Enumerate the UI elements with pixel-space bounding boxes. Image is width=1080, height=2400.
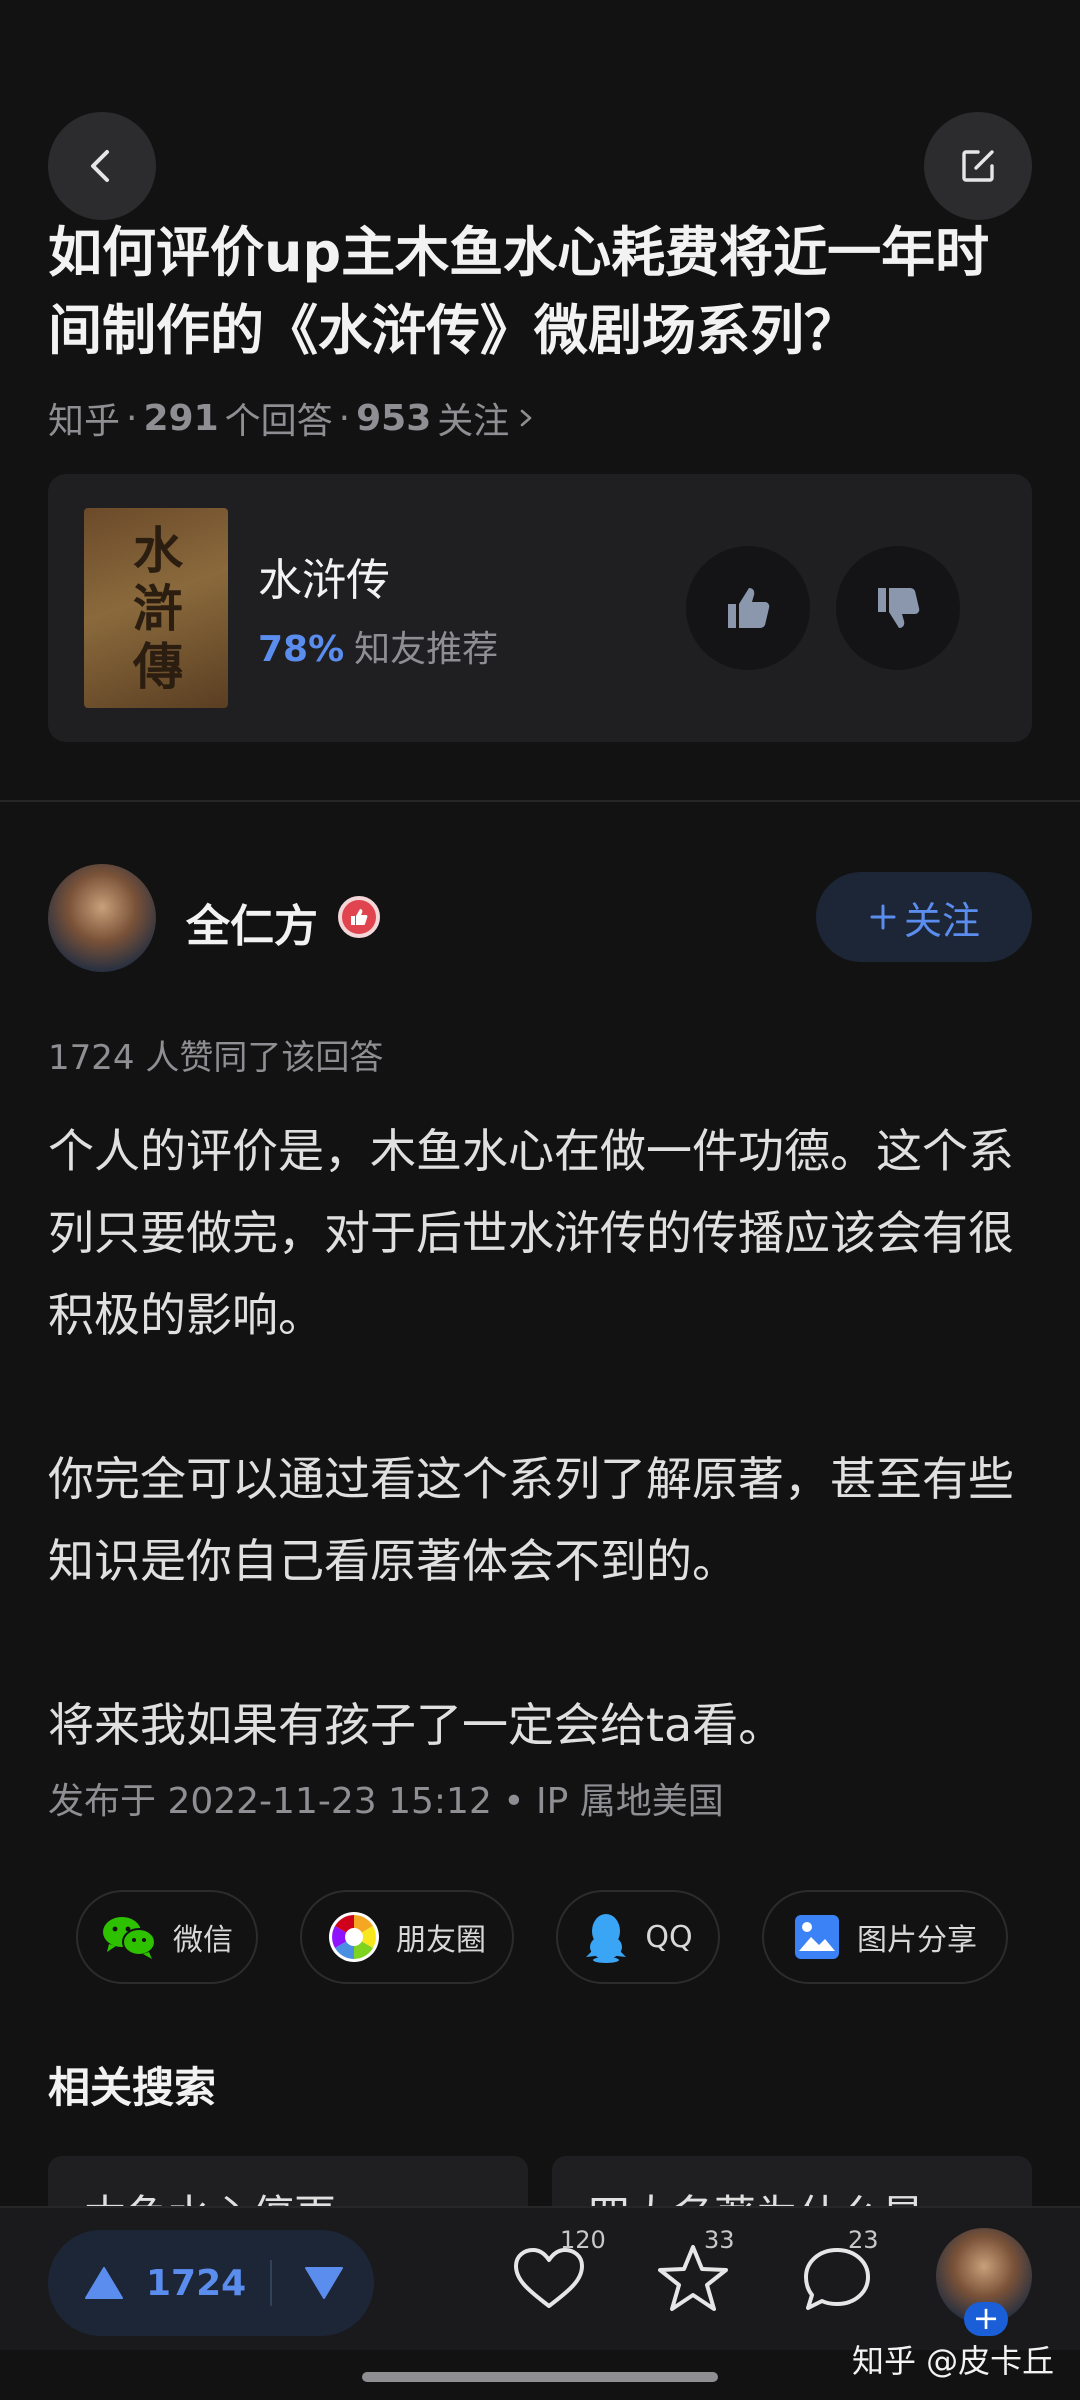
watermark: 知乎 @皮卡丘 bbox=[852, 2342, 1055, 2380]
share-wechat-button[interactable]: 微信 bbox=[76, 1890, 258, 1984]
comment-icon bbox=[804, 2248, 870, 2310]
favorite-count: 33 bbox=[704, 2226, 735, 2254]
upvote-count: 1724 bbox=[146, 2262, 247, 2304]
moments-icon bbox=[329, 1912, 379, 1962]
recommend-percent: 78% bbox=[258, 629, 345, 670]
author-name[interactable]: 全仁方 bbox=[186, 890, 318, 954]
book-rating-card[interactable]: 水滸傳 水浒传 78% 知友推荐 bbox=[48, 474, 1032, 742]
image-share-icon bbox=[795, 1915, 839, 1959]
author-badge-icon bbox=[338, 896, 380, 938]
followers-count: 953 bbox=[356, 397, 432, 439]
plus-icon bbox=[870, 904, 896, 930]
gesture-nav-handle[interactable] bbox=[362, 2372, 718, 2382]
triangle-down-icon bbox=[305, 2267, 343, 2299]
answer-paragraph: 你完全可以通过看这个系列了解原著，甚至有些知识是你自己看原著体会不到的。 bbox=[48, 1452, 1014, 1588]
book-cover-title: 水滸傳 bbox=[133, 521, 183, 696]
author-avatar[interactable] bbox=[48, 864, 156, 972]
edit-icon bbox=[962, 150, 994, 182]
divider bbox=[0, 800, 1080, 802]
answer-content: 个人的评价是，木鱼水心在做一件功德。这个系列只要做完，对于后世水浒传的传播应该会… bbox=[48, 1110, 1038, 1766]
answer-paragraph: 将来我如果有孩子了一定会给ta看。 bbox=[48, 1698, 785, 1752]
qq-icon bbox=[586, 1914, 627, 1963]
edit-button[interactable] bbox=[924, 112, 1032, 220]
follow-plus-icon[interactable]: + bbox=[964, 2302, 1008, 2336]
chevron-left-icon bbox=[91, 150, 109, 182]
question-title[interactable]: 如何评价up主木鱼水心耗费将近一年时间制作的《水浒传》微剧场系列？ bbox=[48, 214, 1038, 370]
publish-info: 发布于 2022-11-23 15:12 • IP 属地美国 bbox=[48, 1781, 724, 1822]
share-qq-label: QQ bbox=[645, 1919, 693, 1955]
vote-divider bbox=[270, 2260, 272, 2306]
share-image-button[interactable]: 图片分享 bbox=[762, 1890, 1008, 1984]
book-title[interactable]: 水浒传 bbox=[258, 544, 390, 608]
favorite-button[interactable]: 33 bbox=[648, 2226, 738, 2324]
like-button[interactable]: 120 bbox=[504, 2226, 606, 2324]
share-moments-button[interactable]: 朋友圈 bbox=[300, 1890, 514, 1984]
book-cover[interactable]: 水滸傳 bbox=[84, 508, 228, 708]
book-recommend: 78% 知友推荐 bbox=[258, 620, 498, 672]
upvote-button[interactable]: 1724 bbox=[84, 2230, 246, 2336]
comment-count: 23 bbox=[848, 2226, 879, 2254]
triangle-up-icon bbox=[85, 2267, 123, 2299]
followers-label: 关注 bbox=[437, 401, 510, 442]
share-row: 微信 朋友圈 QQ 图片分享 bbox=[76, 1890, 1036, 1984]
share-qq-button[interactable]: QQ bbox=[556, 1890, 720, 1984]
question-meta[interactable]: 知乎 · 291 个回答 · 953 关注 bbox=[48, 392, 537, 444]
bottom-action-bar: 1724 120 33 23 + bbox=[0, 2206, 1080, 2350]
thumb-down-icon bbox=[878, 588, 920, 628]
share-image-label: 图片分享 bbox=[857, 1923, 977, 1958]
comment-button[interactable]: 23 bbox=[792, 2226, 882, 2324]
back-button[interactable] bbox=[48, 112, 156, 220]
chevron-right-icon bbox=[520, 409, 532, 427]
answers-label: 个回答 bbox=[224, 401, 333, 442]
answer-paragraph: 个人的评价是，木鱼水心在做一件功德。这个系列只要做完，对于后世水浒传的传播应该会… bbox=[48, 1124, 1014, 1342]
not-recommend-button[interactable] bbox=[836, 546, 960, 670]
follow-label: 关注 bbox=[903, 898, 980, 943]
likes-summary: 1724 人赞同了该回答 bbox=[48, 1038, 384, 1078]
share-wechat-label: 微信 bbox=[173, 1923, 233, 1958]
thumb-up-icon bbox=[728, 588, 770, 628]
share-moments-label: 朋友圈 bbox=[396, 1923, 486, 1958]
recommend-label: 知友推荐 bbox=[354, 629, 499, 670]
heart-icon bbox=[514, 2248, 584, 2308]
related-searches-title: 相关搜索 bbox=[48, 2063, 217, 2112]
question-source: 知乎 bbox=[48, 401, 121, 442]
vote-pill: 1724 bbox=[48, 2230, 374, 2336]
like-count: 120 bbox=[560, 2226, 606, 2254]
recommend-button[interactable] bbox=[686, 546, 810, 670]
wechat-icon bbox=[103, 1917, 156, 1959]
answers-count: 291 bbox=[143, 397, 219, 439]
downvote-button[interactable] bbox=[304, 2230, 344, 2336]
follow-button[interactable]: 关注 bbox=[816, 872, 1032, 962]
